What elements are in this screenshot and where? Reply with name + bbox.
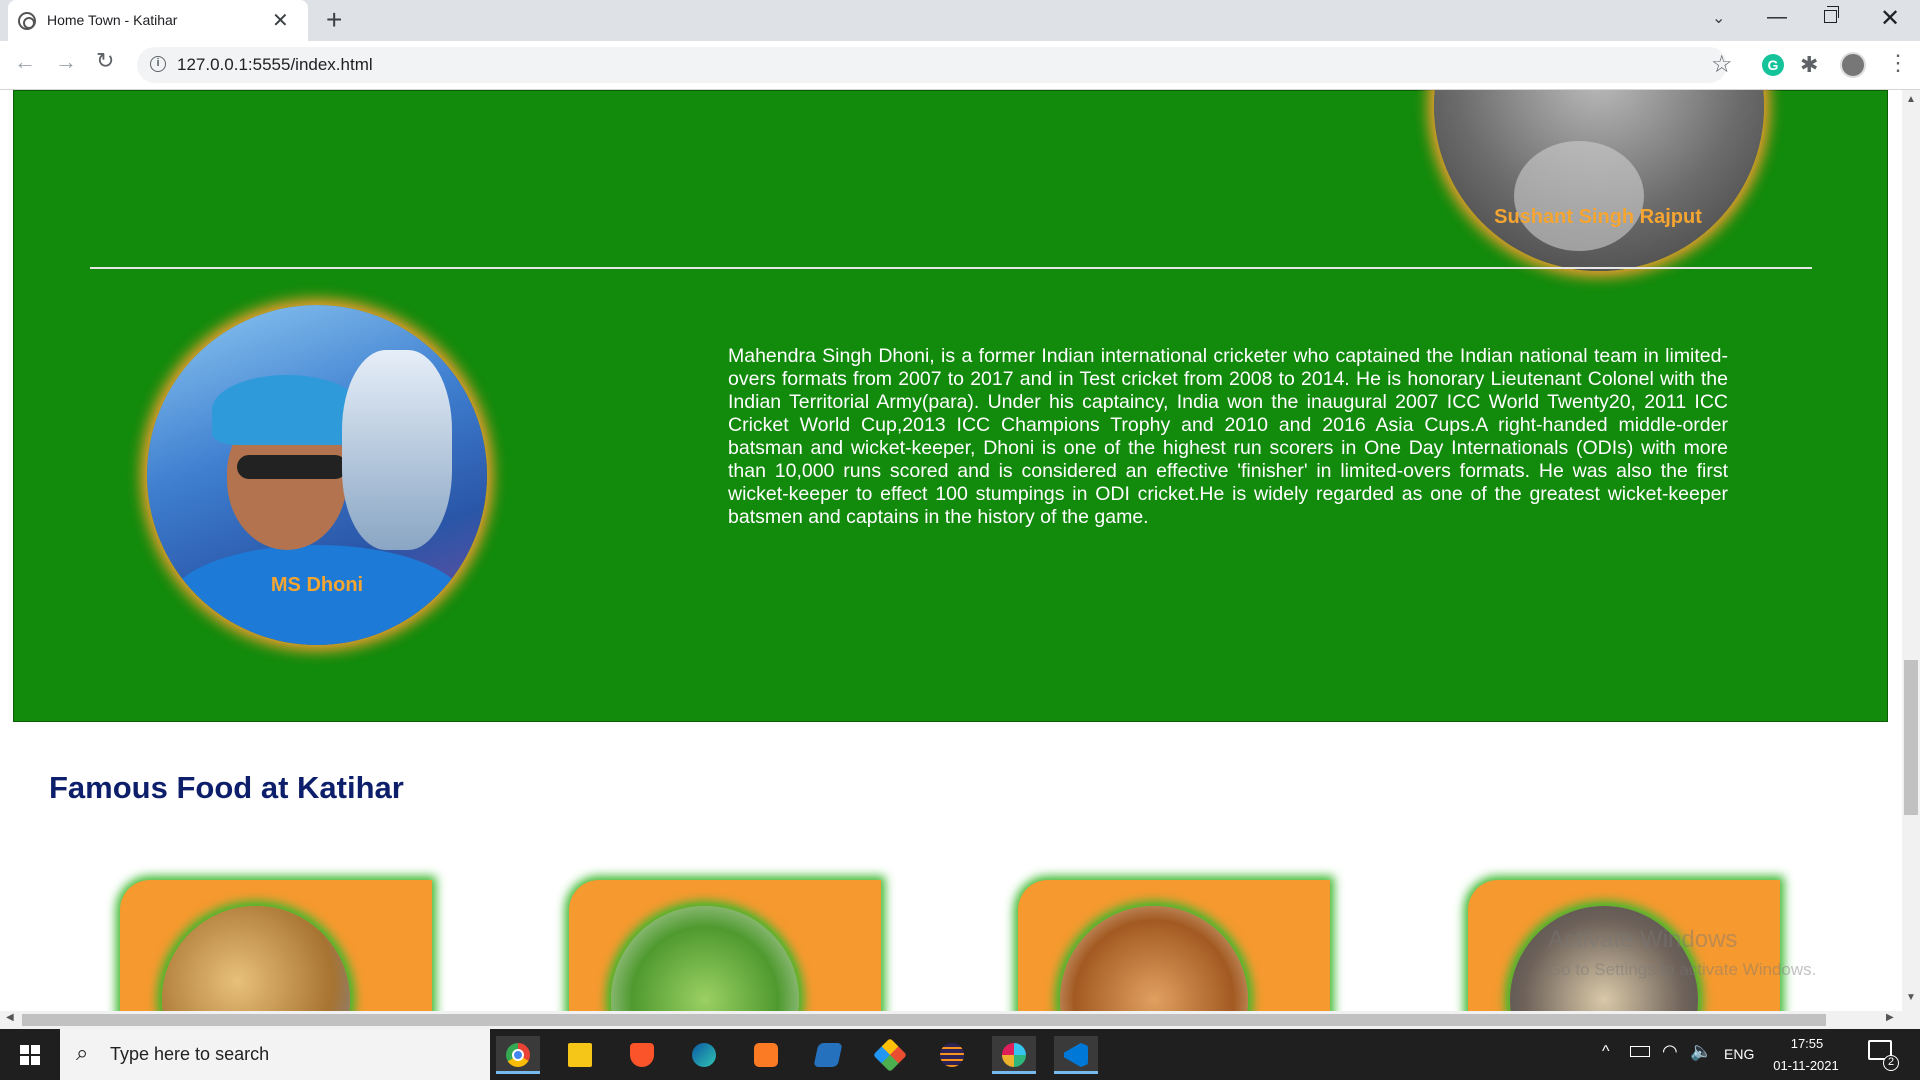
clock-date[interactable]: 01-11-2021 xyxy=(1766,1058,1846,1073)
search-icon: ⌕ xyxy=(76,1040,89,1065)
git-icon[interactable] xyxy=(868,1036,912,1074)
food-image xyxy=(162,906,350,1011)
minimize-window-button[interactable]: — xyxy=(1767,6,1787,29)
section-divider xyxy=(90,267,1812,269)
show-hidden-icons-chevron-icon[interactable]: ^ xyxy=(1602,1043,1610,1061)
edge-icon[interactable] xyxy=(682,1036,726,1074)
photo-detail xyxy=(237,455,347,479)
restore-window-button[interactable] xyxy=(1824,6,1839,23)
food-image xyxy=(1060,906,1248,1011)
tab-favicon-icon xyxy=(18,12,36,30)
photo-detail xyxy=(212,375,362,445)
person-bio-dhoni: Mahendra Singh Dhoni, is a former Indian… xyxy=(728,345,1728,528)
food-image xyxy=(611,906,799,1011)
profile-avatar-icon[interactable] xyxy=(1840,52,1866,78)
battery-icon[interactable] xyxy=(1630,1046,1650,1057)
scroll-down-arrow-icon[interactable]: ▼ xyxy=(1906,992,1916,1003)
powershell-icon[interactable] xyxy=(806,1036,850,1074)
food-card xyxy=(1018,880,1330,1011)
site-info-icon[interactable]: i xyxy=(150,56,166,72)
extensions-puzzle-icon[interactable]: ✱ xyxy=(1800,52,1818,78)
url-text[interactable]: 127.0.0.1:5555/index.html xyxy=(177,55,373,75)
brave-icon[interactable] xyxy=(620,1036,664,1074)
sushant-photo xyxy=(1434,90,1764,271)
vertical-scrollbar[interactable] xyxy=(1902,90,1920,1011)
grammarly-extension-icon[interactable]: G xyxy=(1762,54,1784,76)
vertical-scroll-thumb[interactable] xyxy=(1904,660,1918,815)
person-name-sushant: Sushant Singh Rajput xyxy=(1494,206,1702,228)
vscode-icon[interactable] xyxy=(1054,1036,1098,1074)
input-language[interactable]: ENG xyxy=(1724,1046,1754,1062)
food-section-heading: Famous Food at Katihar xyxy=(49,770,404,805)
wifi-icon[interactable]: ◠ xyxy=(1662,1041,1678,1062)
xampp-icon[interactable] xyxy=(744,1036,788,1074)
new-tab-button[interactable]: + xyxy=(326,4,342,36)
forward-arrow-icon[interactable]: → xyxy=(55,49,77,75)
food-card xyxy=(120,880,432,1011)
tab-search-chevron-icon[interactable]: ⌄ xyxy=(1712,8,1725,28)
scroll-left-arrow-icon[interactable]: ◀ xyxy=(6,1012,14,1023)
food-card xyxy=(569,880,881,1011)
notification-count-badge: 2 xyxy=(1883,1055,1899,1071)
file-explorer-icon[interactable] xyxy=(558,1036,602,1074)
horizontal-scroll-thumb[interactable] xyxy=(22,1014,1826,1026)
reload-icon[interactable]: ↻ xyxy=(96,48,114,74)
close-tab-icon[interactable]: ✕ xyxy=(272,8,289,33)
close-window-button[interactable]: ✕ xyxy=(1880,4,1900,33)
photo-detail xyxy=(1514,141,1644,251)
address-bar[interactable] xyxy=(137,47,1727,83)
eclipse-icon[interactable] xyxy=(930,1036,974,1074)
taskbar-search-placeholder[interactable]: Type here to search xyxy=(110,1044,269,1065)
page-viewport: Sushant Singh Rajput MS Dhoni Mahendra S… xyxy=(0,90,1902,1011)
back-arrow-icon[interactable]: ← xyxy=(14,49,36,75)
windows-start-icon[interactable] xyxy=(20,1045,40,1065)
browser-menu-icon[interactable]: ⋮ xyxy=(1887,50,1909,76)
chrome-icon[interactable] xyxy=(496,1036,540,1074)
food-image xyxy=(1510,906,1698,1011)
slack-icon[interactable] xyxy=(992,1036,1036,1074)
tab-title: Home Town - Katihar xyxy=(47,12,178,28)
scroll-right-arrow-icon[interactable]: ▶ xyxy=(1886,1012,1894,1023)
activate-windows-title: Activate Windows xyxy=(1548,926,1738,953)
volume-icon[interactable]: 🔈 xyxy=(1690,1041,1712,1062)
photo-detail xyxy=(342,350,452,550)
famous-people-section: Sushant Singh Rajput MS Dhoni Mahendra S… xyxy=(13,90,1888,722)
activate-windows-subtitle: Go to Settings to activate Windows. xyxy=(1548,960,1817,979)
bookmark-star-icon[interactable]: ☆ xyxy=(1711,50,1733,79)
clock-time[interactable]: 17:55 xyxy=(1772,1036,1842,1051)
person-name-dhoni: MS Dhoni xyxy=(270,574,364,596)
scroll-up-arrow-icon[interactable]: ▲ xyxy=(1906,94,1916,105)
